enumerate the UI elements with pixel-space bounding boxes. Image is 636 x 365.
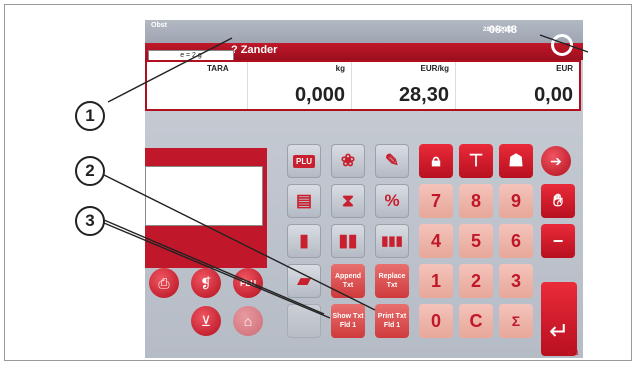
info-circle-button[interactable] xyxy=(551,34,573,56)
callout-3: 3 xyxy=(75,206,105,236)
triple-item-icon: ▮▮▮ xyxy=(381,233,403,248)
page-indicator: ⧗21 xyxy=(566,350,579,358)
double-pack-button[interactable]: ▮▮ xyxy=(331,224,365,258)
key-2[interactable]: 2 xyxy=(459,264,493,298)
unit-price-field: EUR/kg 28,30 xyxy=(351,62,455,109)
fruit-group-icon: ❀ xyxy=(340,151,356,170)
double-item-icon: ▮▮ xyxy=(338,231,358,250)
print-text-field-button[interactable]: Print Txt Fld 1 xyxy=(375,304,409,338)
left-info-panel xyxy=(145,148,267,268)
label-roll-button[interactable]: ❡ xyxy=(191,268,221,298)
person-icon: ☗ xyxy=(508,151,524,170)
plu-button[interactable]: PLU xyxy=(287,144,321,178)
book-button[interactable]: ▤ xyxy=(287,184,321,218)
scale-screen: Obst 28.04.2011 08:48 ? Zander e = 2 g T… xyxy=(145,20,583,358)
minus-button[interactable]: − xyxy=(541,224,575,258)
weight-value: 0,000 xyxy=(294,84,345,106)
clock-display: 08:48 xyxy=(488,24,517,36)
callout-1: 1 xyxy=(75,101,105,131)
key-6[interactable]: 6 xyxy=(499,224,533,258)
weight-price-display: TARA kg 0,000 EUR/kg 28,30 EUR 0,00 xyxy=(145,60,581,111)
key-7[interactable]: 7 xyxy=(419,184,453,218)
enter-button[interactable]: ↵ xyxy=(541,282,577,356)
lock-icon: 🔒︎ xyxy=(431,151,441,170)
percent-icon: % xyxy=(384,191,400,210)
plu-round-button[interactable]: PLU xyxy=(233,268,263,298)
triple-pack-button[interactable]: ▮▮▮ xyxy=(375,224,409,258)
key-4[interactable]: 4 xyxy=(419,224,453,258)
key-3[interactable]: 3 xyxy=(499,264,533,298)
key-clear[interactable]: C xyxy=(459,304,493,338)
app-label: Obst xyxy=(151,22,167,29)
total-price-unit: EUR xyxy=(556,64,573,73)
total-price-field: EUR 0,00 xyxy=(455,62,579,109)
weight-field: kg 0,000 xyxy=(247,62,351,109)
single-pack-button[interactable]: ▮ xyxy=(287,224,321,258)
single-item-icon: ▮ xyxy=(299,231,309,250)
timer-button[interactable]: ⧗ xyxy=(331,184,365,218)
append-text-button[interactable]: Append Txt xyxy=(331,264,365,298)
key-5[interactable]: 5 xyxy=(459,224,493,258)
unit-price-unit: EUR/kg xyxy=(420,64,449,73)
page-number: 21 xyxy=(571,350,579,357)
hand-stop-icon: ✋︎ xyxy=(553,191,563,210)
home-button[interactable]: ⌂ xyxy=(233,306,263,336)
logout-button[interactable]: ➔ xyxy=(541,146,571,176)
cart-button[interactable]: ⊻ xyxy=(191,306,221,336)
tara-label: TARA xyxy=(207,64,229,73)
book-icon: ▤ xyxy=(295,191,313,210)
home-icon: ⌂ xyxy=(243,313,253,329)
show-text-field-button[interactable]: Show Txt Fld 1 xyxy=(331,304,365,338)
tare-button[interactable]: ⊤ xyxy=(459,144,493,178)
plu-icon: PLU xyxy=(293,154,315,168)
tare-weight-icon: ⊤ xyxy=(468,151,484,170)
enter-arrow-icon: ↵ xyxy=(548,318,570,345)
fruits-button[interactable]: ❀ xyxy=(331,144,365,178)
print-button[interactable]: ⎙ xyxy=(149,268,179,298)
lock-button[interactable]: 🔒︎ xyxy=(419,144,453,178)
unit-price-value: 28,30 xyxy=(398,84,449,106)
label-edit-icon: ✎ xyxy=(384,151,400,170)
printer-icon: ⎙ xyxy=(158,274,170,291)
operator-button[interactable]: ☗ xyxy=(499,144,533,178)
folder-button[interactable]: ▰ xyxy=(287,264,321,298)
total-price-value: 0,00 xyxy=(534,84,573,106)
shopping-cart-icon: ⊻ xyxy=(200,312,212,329)
key-8[interactable]: 8 xyxy=(459,184,493,218)
stop-button[interactable]: ✋︎ xyxy=(541,184,575,218)
text-area xyxy=(145,166,263,226)
sum-button[interactable]: Σ xyxy=(499,304,533,338)
item-name: ? Zander xyxy=(231,44,278,56)
title-bar: Obst 28.04.2011 08:48 xyxy=(145,20,583,43)
hourglass-icon: ⧗ xyxy=(342,191,354,210)
empty-key xyxy=(287,304,321,338)
key-9[interactable]: 9 xyxy=(499,184,533,218)
weight-unit: kg xyxy=(335,64,345,73)
folder-icon: ▰ xyxy=(297,271,311,290)
replace-text-button[interactable]: Replace Txt xyxy=(375,264,409,298)
key-0[interactable]: 0 xyxy=(419,304,453,338)
key-1[interactable]: 1 xyxy=(419,264,453,298)
discount-button[interactable]: % xyxy=(375,184,409,218)
callout-2: 2 xyxy=(75,156,105,186)
edit-label-button[interactable]: ✎ xyxy=(375,144,409,178)
exit-door-icon: ➔ xyxy=(550,152,562,169)
label-roll-icon: ❡ xyxy=(200,274,212,291)
